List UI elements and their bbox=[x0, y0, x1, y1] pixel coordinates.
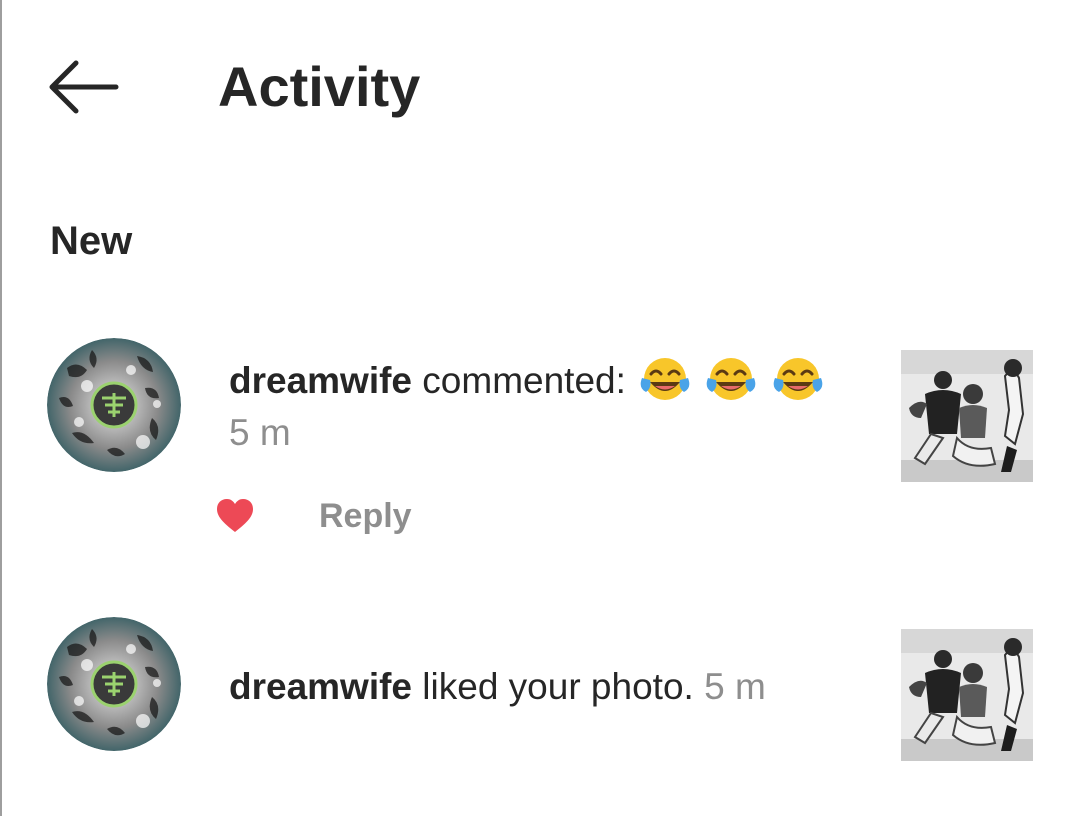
avatar[interactable] bbox=[47, 338, 181, 472]
post-thumbnail[interactable] bbox=[901, 350, 1033, 482]
back-button[interactable] bbox=[44, 52, 124, 122]
page-title: Activity bbox=[218, 55, 421, 118]
notification-action: commented: bbox=[422, 360, 626, 401]
arrow-left-icon bbox=[49, 60, 119, 114]
laughing-emoji-icon bbox=[771, 356, 825, 413]
heart-icon bbox=[217, 499, 253, 532]
username-link[interactable]: dreamwife bbox=[229, 360, 412, 401]
like-comment-button[interactable] bbox=[216, 498, 254, 534]
section-title-new: New bbox=[50, 219, 133, 263]
notification-text: dreamwife liked your photo. 5 m bbox=[229, 664, 766, 710]
notification-action: liked your photo. bbox=[422, 666, 694, 707]
laughing-emoji-icon bbox=[638, 356, 692, 413]
notification-time: 5 m bbox=[704, 666, 766, 707]
avatar-image bbox=[47, 617, 181, 751]
post-thumbnail-image bbox=[901, 629, 1033, 761]
avatar[interactable] bbox=[47, 617, 181, 751]
post-thumbnail[interactable] bbox=[901, 629, 1033, 761]
notification-time: 5 m bbox=[229, 412, 291, 453]
avatar-image bbox=[47, 338, 181, 472]
username-link[interactable]: dreamwife bbox=[229, 666, 412, 707]
notification-text: dreamwife commented: bbox=[229, 356, 825, 413]
laughing-emoji-icon bbox=[704, 356, 758, 413]
reply-button[interactable]: Reply bbox=[319, 494, 412, 538]
header-bar: Activity bbox=[0, 0, 1080, 170]
post-thumbnail-image bbox=[901, 350, 1033, 482]
